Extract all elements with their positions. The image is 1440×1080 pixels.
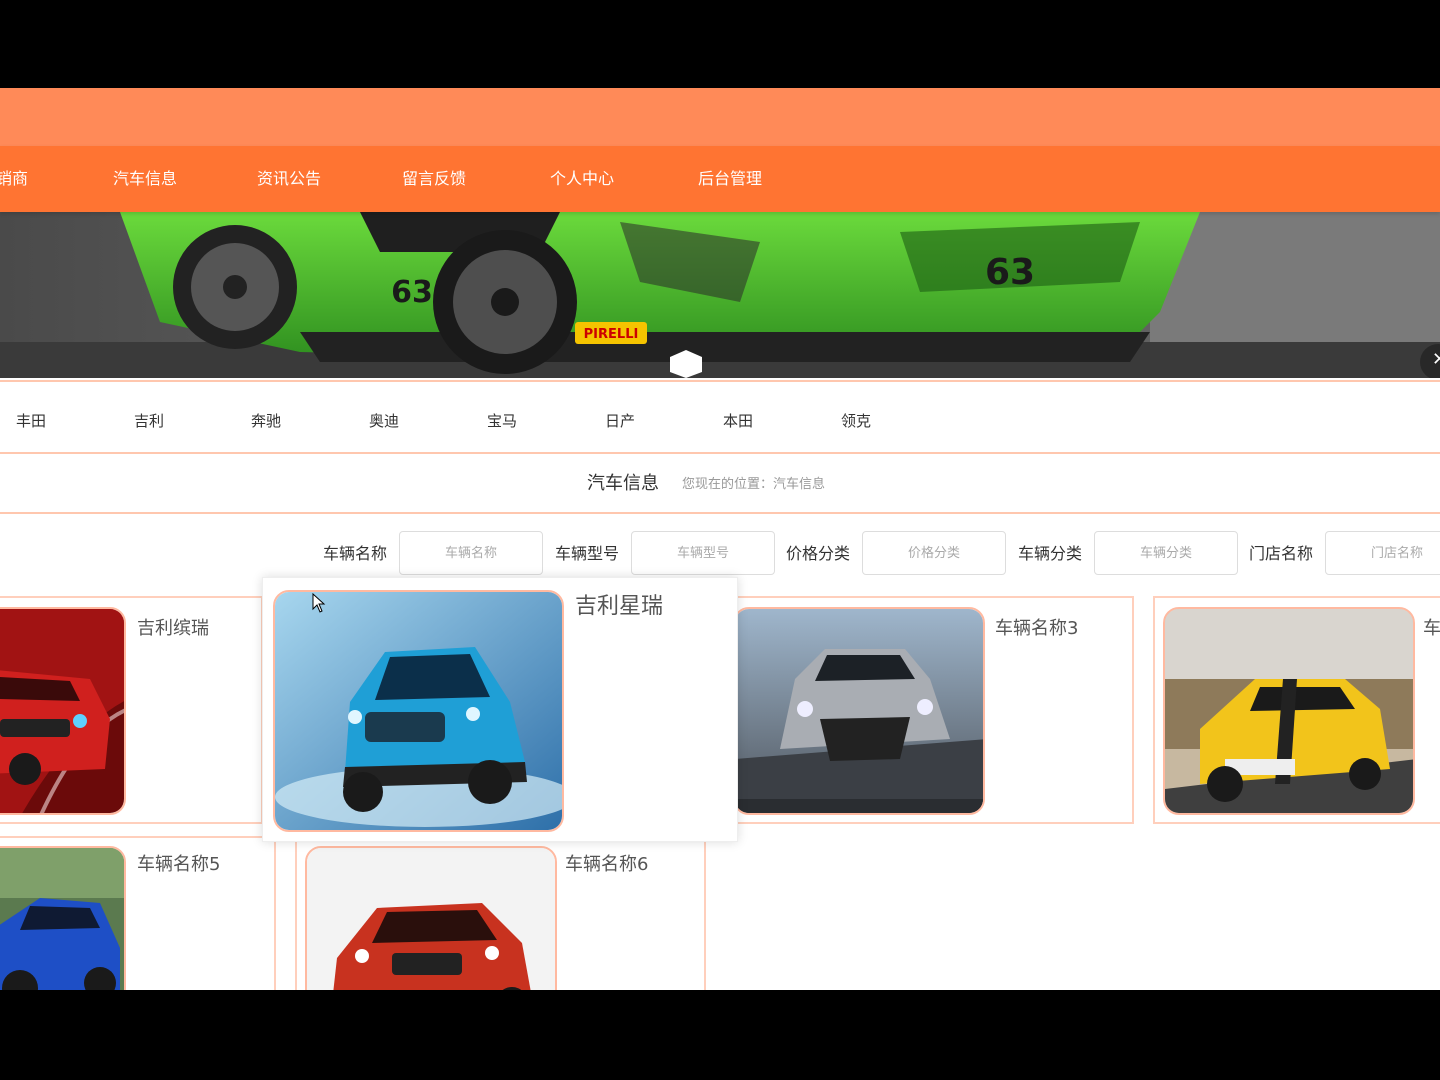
car-name-3: 车辆名称3 xyxy=(995,618,1079,639)
nav-item-admin[interactable]: 后台管理 xyxy=(698,146,762,212)
car-card-6[interactable]: 车辆名称6 xyxy=(295,836,706,990)
nav-item-car-info[interactable]: 汽车信息 xyxy=(113,146,177,212)
car-image-5 xyxy=(0,846,126,990)
car-card-3[interactable]: 车辆名称3 xyxy=(735,596,1134,824)
brand-toyota[interactable]: 丰田 xyxy=(16,382,46,452)
brand-honda[interactable]: 本田 xyxy=(723,382,753,452)
brand-filter-bar: 丰田 吉利 奔驰 奥迪 宝马 日产 本田 领克 xyxy=(0,380,1440,454)
mouse-cursor-icon xyxy=(312,593,326,613)
nav-item-profile[interactable]: 个人中心 xyxy=(550,146,614,212)
car-number-side-text: 63 xyxy=(391,275,433,310)
filter-input-store[interactable] xyxy=(1325,531,1440,575)
banner-image: PIRELLI 63 63 xyxy=(0,212,1440,378)
filter-input-category[interactable] xyxy=(1094,531,1238,575)
car-name-4: 车 xyxy=(1423,618,1440,639)
car-card-1[interactable]: 吉利缤瑞 xyxy=(0,596,263,824)
nav-item-feedback[interactable]: 留言反馈 xyxy=(402,146,466,212)
filter-label-store: 门店名称 xyxy=(1249,544,1314,563)
car-image-1 xyxy=(0,607,126,815)
banner-carousel[interactable]: PIRELLI 63 63 ✕ xyxy=(0,212,1440,378)
filter-label-price: 价格分类 xyxy=(786,544,851,563)
car-card-4[interactable]: 车 xyxy=(1153,596,1440,824)
brand-benz[interactable]: 奔驰 xyxy=(251,382,281,452)
filter-input-price[interactable] xyxy=(862,531,1006,575)
page-title: 汽车信息 xyxy=(587,473,659,494)
car-image-3 xyxy=(737,607,985,815)
screen: 销商 汽车信息 资讯公告 留言反馈 个人中心 后台管理 PIRELLI 63 6… xyxy=(0,88,1440,990)
car-name-6: 车辆名称6 xyxy=(565,854,649,875)
filter-label-model: 车辆型号 xyxy=(555,544,620,563)
nav-item-dealer[interactable]: 销商 xyxy=(0,146,28,212)
filter-input-name[interactable] xyxy=(399,531,543,575)
filter-label-category: 车辆分类 xyxy=(1018,544,1083,563)
car-name-5: 车辆名称5 xyxy=(137,854,221,875)
car-card-2[interactable]: 吉利星瑞 xyxy=(262,577,738,842)
car-image-2 xyxy=(273,590,564,832)
brand-lynk[interactable]: 领克 xyxy=(841,382,871,452)
car-card-5[interactable]: 车辆名称5 xyxy=(0,836,276,990)
brand-audi[interactable]: 奥迪 xyxy=(369,382,399,452)
breadcrumb: 您现在的位置：汽车信息 xyxy=(682,477,826,492)
car-image-6 xyxy=(305,846,557,990)
car-name-2: 吉利星瑞 xyxy=(575,594,664,619)
filter-input-model[interactable] xyxy=(631,531,775,575)
brand-geely[interactable]: 吉利 xyxy=(134,382,164,452)
nav-item-news[interactable]: 资讯公告 xyxy=(257,146,321,212)
page-title-bar: 汽车信息 您现在的位置：汽车信息 xyxy=(0,452,1440,514)
sponsor-text: PIRELLI xyxy=(584,327,639,342)
car-image-4 xyxy=(1163,607,1415,815)
top-bar xyxy=(0,88,1440,146)
filter-label-name: 车辆名称 xyxy=(323,544,388,563)
brand-nissan[interactable]: 日产 xyxy=(605,382,635,452)
car-name-1: 吉利缤瑞 xyxy=(137,618,209,639)
brand-bmw[interactable]: 宝马 xyxy=(487,382,517,452)
car-number-text: 63 xyxy=(985,252,1035,293)
main-nav: 销商 汽车信息 资讯公告 留言反馈 个人中心 后台管理 xyxy=(0,146,1440,212)
